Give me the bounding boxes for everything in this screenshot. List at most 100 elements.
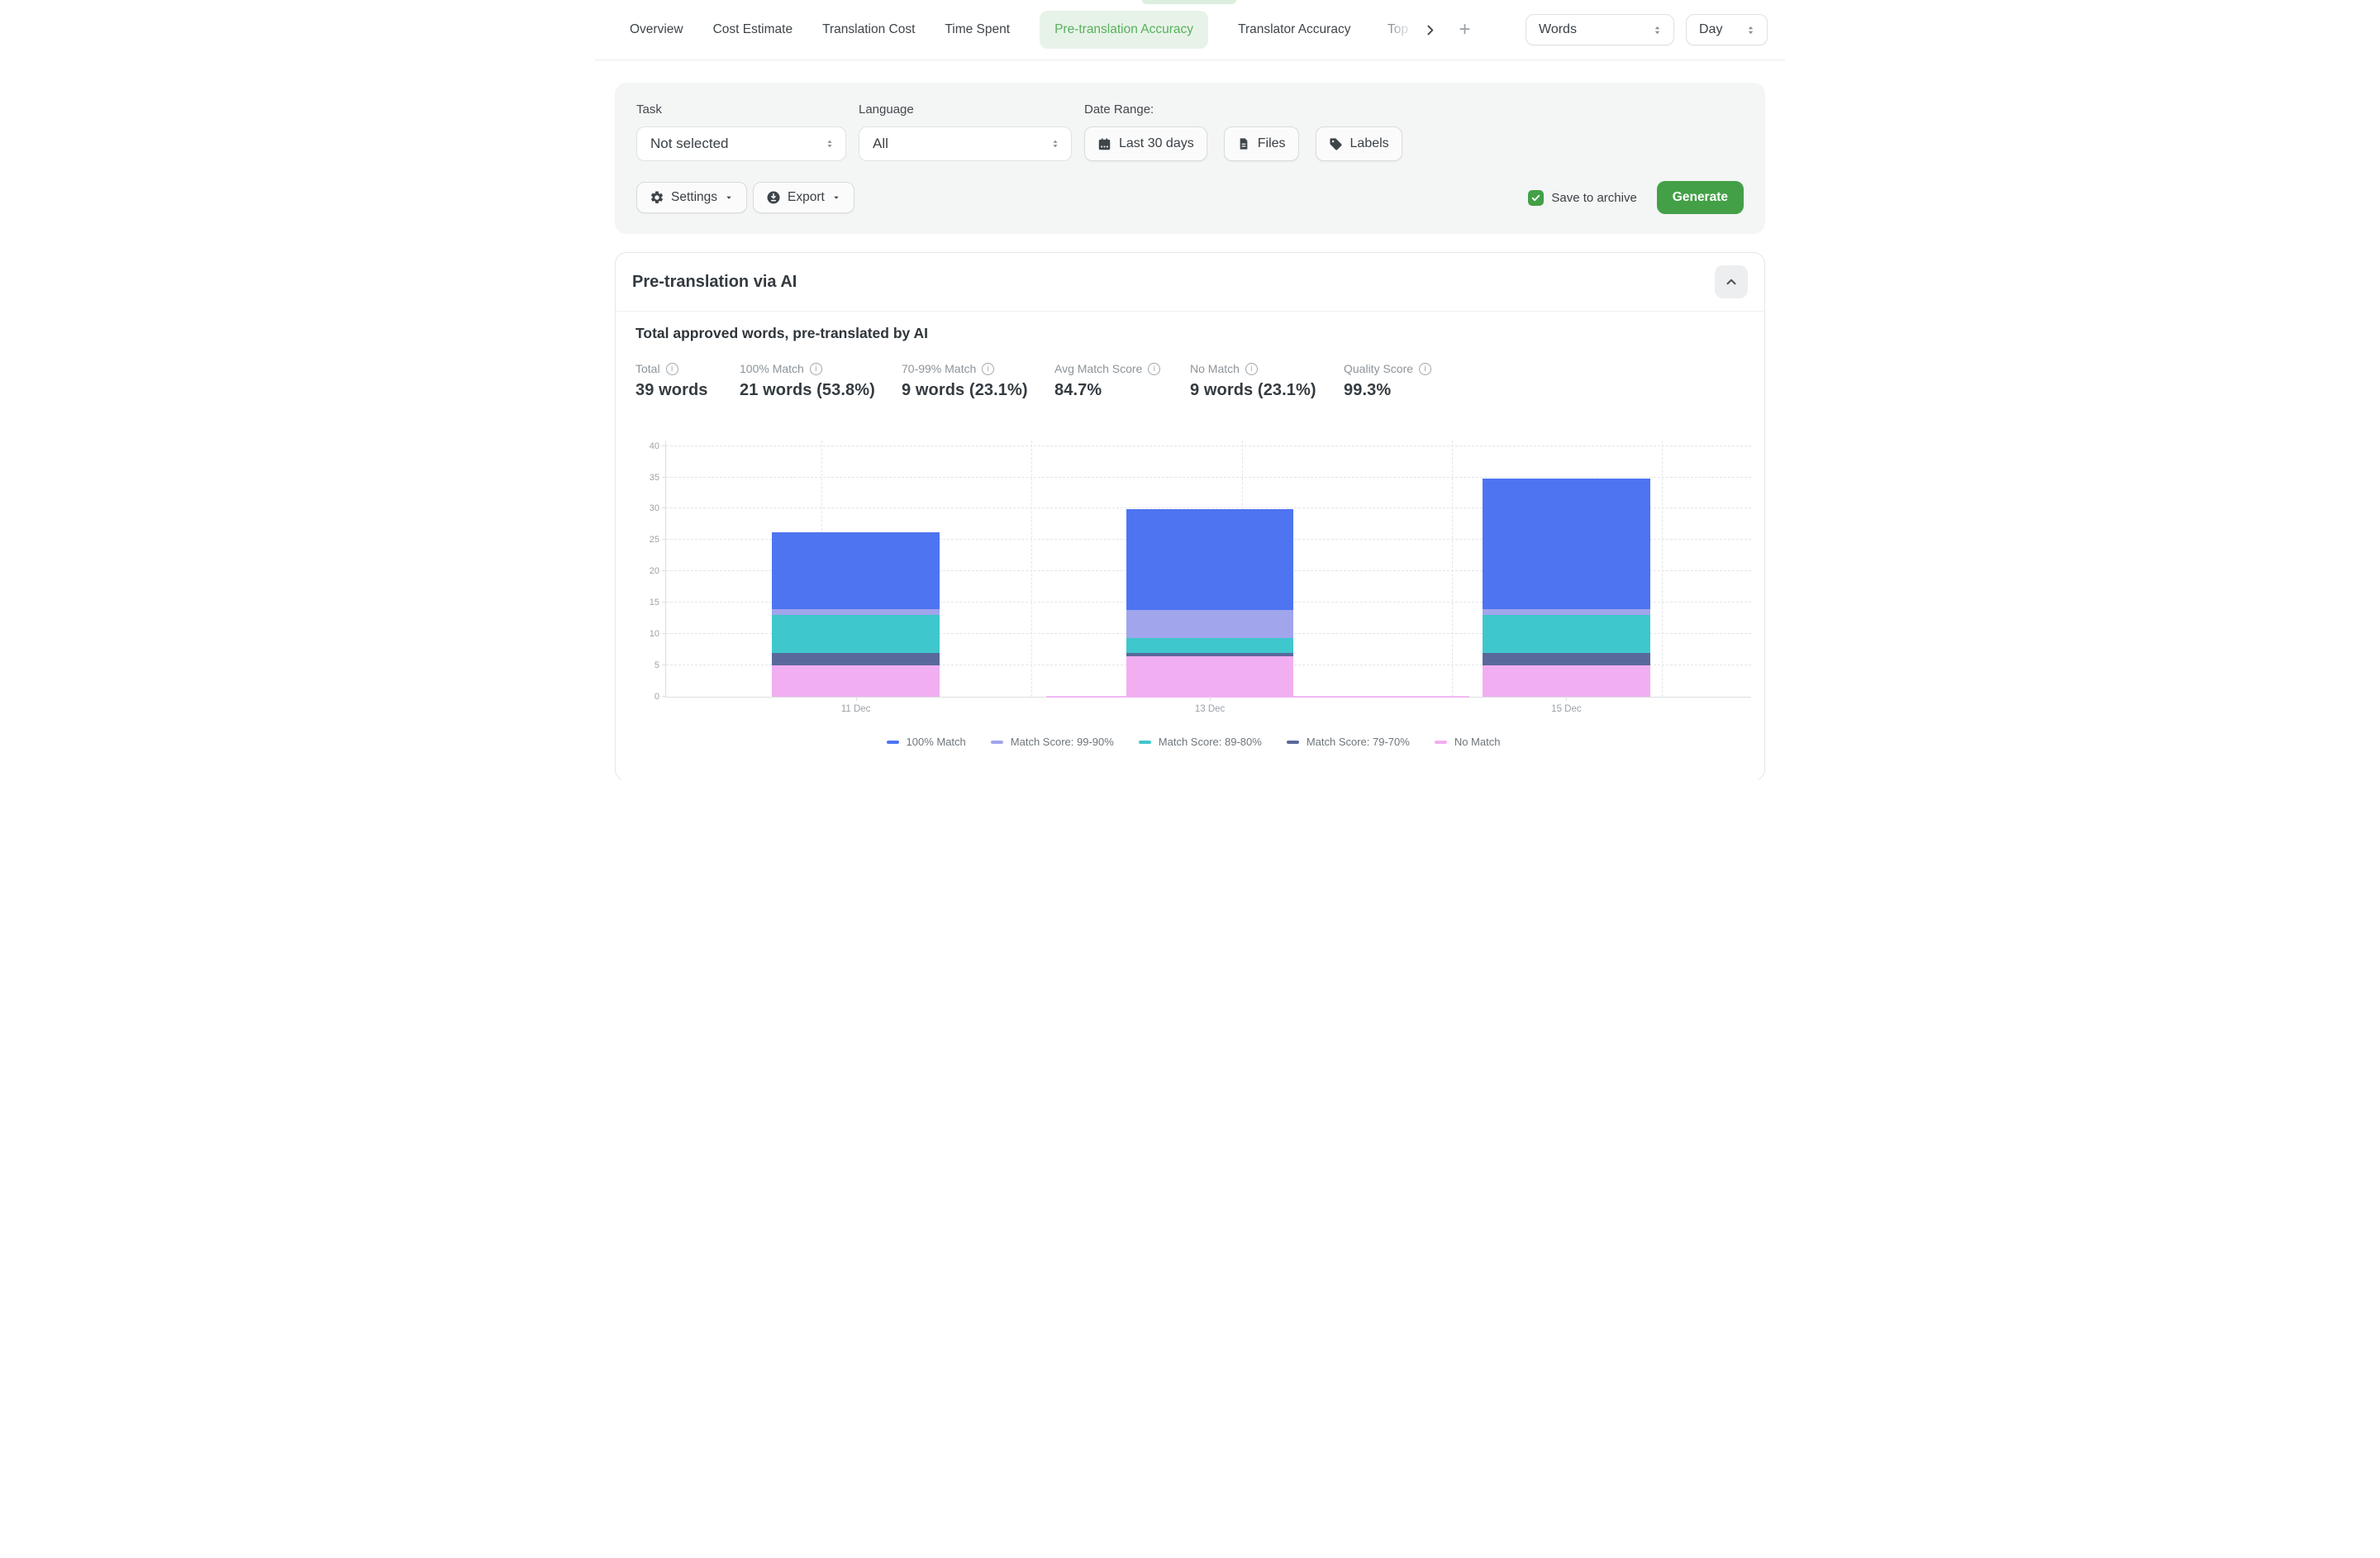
tab-pre-translation-accuracy[interactable]: Pre-translation Accuracy [1040,11,1208,49]
info-icon[interactable]: i [982,363,994,375]
chart-heading: Total approved words, pre-translated by … [635,325,1751,342]
legend-item[interactable]: Match Score: 79-70% [1287,736,1410,748]
info-icon[interactable]: i [810,363,822,375]
legend-label: Match Score: 79-70% [1307,736,1410,748]
analytics-page: Overview Cost Estimate Translation Cost … [595,0,1785,779]
stat-value: 9 words (23.1%) [1190,381,1344,400]
files-filter-button[interactable]: Files [1224,126,1299,161]
save-to-archive-checkbox[interactable]: Save to archive [1528,190,1636,206]
info-icon[interactable]: i [1245,363,1258,375]
bar-segment[interactable] [772,615,940,653]
gridline-vertical [1452,441,1453,697]
file-icon [1237,137,1250,150]
add-report-tab-button[interactable]: + [1459,20,1470,40]
generate-button[interactable]: Generate [1657,181,1744,214]
checkbox-checked [1528,190,1544,206]
x-axis-label: 11 Dec [841,704,871,714]
info-icon[interactable]: i [1419,363,1431,375]
nav-selects: Words Day [1526,14,1768,45]
generate-controls: Save to archive Generate [1528,181,1744,214]
bar-segment[interactable] [1483,479,1650,609]
legend-item[interactable]: 100% Match [887,736,966,748]
unit-select[interactable]: Words [1526,14,1674,45]
task-select-value: Not selected [650,136,729,152]
legend-label: 100% Match [907,736,966,748]
export-button[interactable]: Export [753,182,854,213]
filter-fields-row: Task Not selected Language All [636,102,1744,161]
bar-segment[interactable] [1483,653,1650,665]
bar-segment[interactable] [772,532,940,609]
stat-avg-match-score: Avg Match Scorei 84.7% [1054,362,1190,400]
x-axis-tick [1210,697,1211,701]
tab-translator-accuracy[interactable]: Translator Accuracy [1238,12,1350,48]
settings-button[interactable]: Settings [636,182,747,213]
chevron-right-icon [1423,23,1437,37]
info-icon[interactable]: i [666,363,678,375]
legend-marker [1435,741,1447,744]
files-button-label: Files [1258,136,1286,151]
summary-stats: Totali 39 words 100% Matchi 21 words (53… [635,362,1751,400]
tab-top-truncated[interactable]: Top [1380,12,1415,48]
y-axis-tick [662,539,666,540]
legend-marker [887,741,899,744]
x-axis-label: 15 Dec [1551,704,1581,714]
bar-segment[interactable] [1126,638,1294,652]
date-range-value: Last 30 days [1119,136,1194,151]
bar-segment[interactable] [1483,609,1650,616]
bar-segment[interactable] [1126,509,1294,609]
stacked-bar [772,441,940,697]
stat-total: Totali 39 words [635,362,740,400]
stacked-bar [1483,441,1650,697]
tab-translation-cost[interactable]: Translation Cost [822,12,915,48]
bar-segment[interactable] [1126,653,1294,656]
tabs-scroll-right-button[interactable] [1423,23,1437,37]
task-field: Task Not selected [636,102,846,161]
stat-label: No Match [1190,362,1240,375]
y-axis-tick [662,602,666,603]
bar-segment[interactable] [772,653,940,665]
bar-segment[interactable] [1483,665,1650,697]
stat-value: 21 words (53.8%) [740,381,902,400]
date-filter-buttons: Last 30 days Files Labels [1084,126,1402,161]
date-range-button[interactable]: Last 30 days [1084,126,1207,161]
tab-overview[interactable]: Overview [630,12,683,48]
bar-segment[interactable] [772,665,940,697]
tab-cost-estimate[interactable]: Cost Estimate [713,12,793,48]
stat-label: Total [635,362,660,375]
tab-time-spent[interactable]: Time Spent [945,12,1010,48]
y-axis-label: 10 [631,629,659,639]
legend-item[interactable]: Match Score: 99-90% [991,736,1114,748]
y-axis-label: 35 [631,473,659,483]
stat-label: 70-99% Match [902,362,976,375]
stat-quality-score: Quality Scorei 99.3% [1344,362,1431,400]
stat-value: 99.3% [1344,381,1431,400]
language-field: Language All [859,102,1072,161]
card-title: Pre-translation via AI [632,273,797,292]
date-range-label: Date Range: [1084,102,1402,117]
bar-segment[interactable] [1483,615,1650,653]
gear-icon [650,190,664,205]
x-axis-label: 13 Dec [1195,704,1225,714]
bar-segment[interactable] [772,609,940,616]
x-axis-tick [1566,697,1567,701]
labels-filter-button[interactable]: Labels [1316,126,1402,161]
select-updown-icon [824,138,835,150]
report-tabs: Overview Cost Estimate Translation Cost … [630,11,1415,49]
legend-item[interactable]: No Match [1435,736,1501,748]
period-select[interactable]: Day [1686,14,1768,45]
info-icon[interactable]: i [1148,363,1160,375]
plot-area: 051015202530354011 Dec13 Dec15 Dec [665,441,1751,698]
gridline-vertical [1031,441,1032,697]
export-button-label: Export [788,190,825,205]
bar-segment[interactable] [1126,610,1294,639]
legend-label: No Match [1454,736,1501,748]
language-select[interactable]: All [859,126,1072,161]
task-select[interactable]: Not selected [636,126,846,161]
collapse-card-button[interactable] [1715,265,1748,298]
calendar-icon [1097,137,1111,151]
legend-item[interactable]: Match Score: 89-80% [1139,736,1262,748]
y-axis-label: 30 [631,503,659,513]
chart-legend: 100% Match Match Score: 99-90% Match Score… [635,736,1751,748]
report-tabs-bar: Overview Cost Estimate Translation Cost … [595,0,1785,60]
bar-segment[interactable] [1126,656,1294,697]
